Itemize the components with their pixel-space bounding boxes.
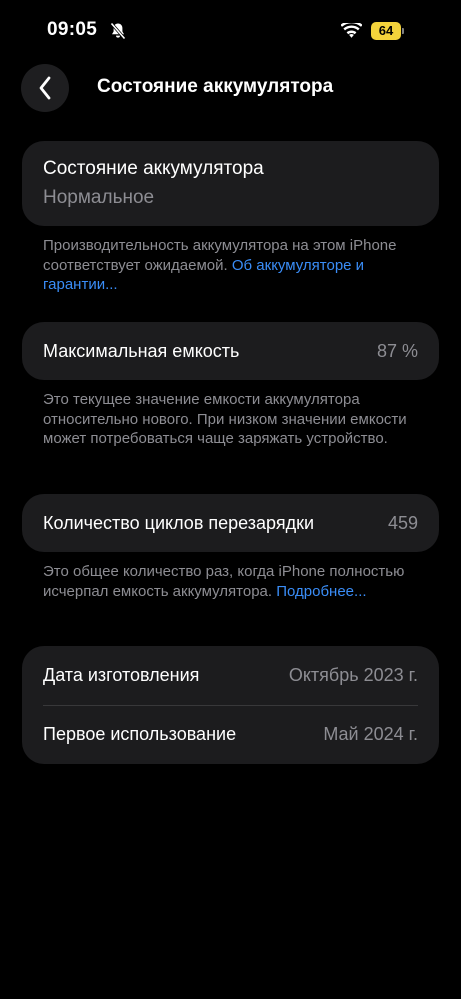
- cycle-count-value: 459: [387, 512, 418, 533]
- dates-card: Дата изготовления Октябрь 2023 г. Первое…: [22, 646, 439, 764]
- battery-icon: 64: [371, 22, 405, 40]
- cycle-count-card: Количество циклов перезарядки 459: [22, 494, 439, 552]
- battery-health-label: Состояние аккумулятора: [43, 158, 264, 179]
- battery-level: 64: [371, 22, 401, 40]
- bell-slash-icon: [110, 22, 126, 40]
- cycle-count-row: Количество циклов перезарядки 459: [43, 494, 418, 552]
- first-use-label: Первое использование: [43, 724, 237, 744]
- maximum-capacity-note: Это текущее значение емкости аккумулятор…: [43, 391, 407, 447]
- battery-health-card: Состояние аккумулятора Нормальное: [22, 141, 439, 226]
- maximum-capacity-label: Максимальная емкость: [43, 340, 240, 361]
- maximum-capacity-value: 87 %: [376, 340, 418, 361]
- manufacture-date-row: Дата изготовления Октябрь 2023 г.: [43, 646, 418, 705]
- manufacture-date-label: Дата изготовления: [43, 665, 200, 685]
- first-use-value: Май 2024 г.: [323, 724, 418, 744]
- manufacture-date-value: Октябрь 2023 г.: [288, 665, 418, 685]
- status-bar: 09:05 64: [0, 0, 461, 60]
- chevron-left-icon: [39, 76, 51, 100]
- first-use-row: Первое использование Май 2024 г.: [43, 705, 418, 764]
- status-time: 09:05: [47, 19, 98, 40]
- back-button[interactable]: [21, 64, 69, 112]
- battery-tip: [402, 28, 404, 34]
- maximum-capacity-card: Максимальная емкость 87 %: [22, 322, 439, 380]
- cycle-count-label: Количество циклов перезарядки: [43, 512, 315, 533]
- page-title: Состояние аккумулятора: [97, 76, 334, 97]
- battery-health-value: Нормальное: [43, 187, 155, 208]
- learn-more-link[interactable]: Подробнее...: [276, 583, 366, 600]
- cycle-count-note: Это общее количество раз, когда iPhone п…: [43, 562, 423, 601]
- wifi-icon: [341, 23, 362, 38]
- maximum-capacity-row: Максимальная емкость 87 %: [43, 322, 418, 380]
- battery-health-note: Производительность аккумулятора на этом …: [43, 236, 423, 295]
